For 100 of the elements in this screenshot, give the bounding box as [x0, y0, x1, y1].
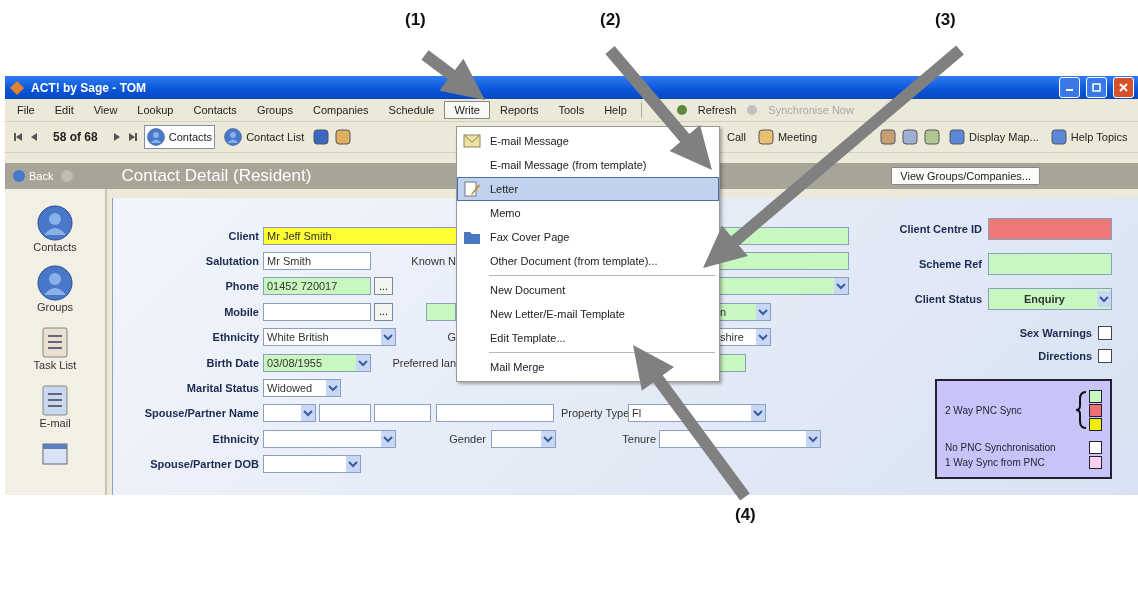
sidebar-label[interactable]: Task List: [33, 359, 77, 371]
menu-item[interactable]: Other Document (from template)...: [457, 249, 665, 273]
text-field[interactable]: [988, 217, 1112, 240]
field-label: Client: [227, 229, 259, 242]
checkbox[interactable]: [1098, 348, 1112, 363]
field-label: Client Status: [914, 292, 982, 305]
text-field[interactable]: [374, 404, 431, 423]
maximize-button[interactable]: [1086, 77, 1107, 98]
person-icon: [37, 205, 73, 241]
menu-item[interactable]: Schedule: [378, 101, 445, 119]
menu-item[interactable]: Lookup: [127, 101, 184, 119]
dropdown-field[interactable]: [491, 429, 556, 448]
field-label: Scheme Ref: [919, 257, 982, 270]
view-groups-button[interactable]: View Groups/Companies...: [891, 167, 1040, 185]
text-field[interactable]: [263, 302, 371, 321]
field-label: Mobile: [223, 305, 259, 318]
legend-label: 1 Way Sync from PNC: [945, 456, 1045, 468]
ellipsis-button[interactable]: ...: [374, 277, 393, 296]
menu-item[interactable]: Memo: [457, 201, 528, 225]
record-counter: 58 of 68: [52, 130, 99, 144]
callout-label: (1): [405, 10, 426, 30]
field-label: Preferred lan: [391, 356, 456, 369]
menu-item[interactable]: File: [7, 101, 45, 119]
menu-item[interactable]: Refresh: [687, 101, 747, 119]
text-field[interactable]: [426, 302, 456, 321]
text-field[interactable]: [988, 252, 1112, 275]
text-field[interactable]: Mr Jeff Smith: [263, 226, 459, 245]
text-field[interactable]: [436, 404, 554, 423]
folder-icon: [463, 229, 481, 245]
next-record-icon[interactable]: [111, 132, 122, 142]
toolbar-icon[interactable]: [924, 129, 941, 145]
toolbar-button[interactable]: Meeting: [754, 126, 821, 148]
sidebar-label[interactable]: Contacts: [33, 241, 77, 253]
menu-item[interactable]: Edit: [44, 101, 84, 119]
last-record-icon[interactable]: [127, 132, 138, 142]
first-record-icon[interactable]: [13, 132, 23, 142]
clipboard-icon[interactable]: [40, 325, 70, 359]
previous-record-icon[interactable]: [29, 132, 39, 142]
dropdown-field[interactable]: Enquiry: [988, 287, 1112, 310]
legend-label: 2 Way PNC Sync: [945, 404, 1022, 416]
menu-item[interactable]: Contacts: [183, 101, 247, 119]
chevron-down-icon: [301, 405, 315, 422]
field-label: Phone: [224, 280, 259, 293]
view-button[interactable]: Contact List: [221, 125, 308, 149]
toolbar-button[interactable]: Call: [724, 128, 749, 146]
toolbar-button[interactable]: Help Topics: [1047, 126, 1131, 148]
legend-label: No PNC Synchronisation: [945, 441, 1056, 453]
dropdown-field[interactable]: [263, 429, 396, 448]
field-label: Directions: [1038, 349, 1092, 362]
person-icon: [146, 128, 165, 146]
field-label: Marital Status: [185, 382, 259, 395]
chevron-down-icon: [756, 329, 770, 346]
minimize-button[interactable]: [1059, 77, 1080, 98]
text-field[interactable]: 01452 720017: [263, 277, 371, 296]
sidebar-label[interactable]: Groups: [36, 301, 74, 313]
dropdown-field[interactable]: Widowed: [263, 379, 341, 398]
menu-item[interactable]: Letter: [457, 177, 719, 201]
close-icon: [1119, 83, 1128, 92]
menu-item[interactable]: Groups: [246, 101, 303, 119]
checkbox[interactable]: [1098, 325, 1112, 340]
field-label: Birth Date: [205, 356, 259, 369]
view-button[interactable]: Contacts: [143, 125, 216, 149]
dropdown-field[interactable]: [263, 455, 361, 474]
menu-item[interactable]: E-mail Message: [457, 129, 576, 153]
text-field[interactable]: Mr Smith: [263, 252, 371, 271]
dropdown-field[interactable]: [659, 429, 821, 448]
chevron-down-icon: [806, 430, 820, 447]
close-button[interactable]: [1113, 77, 1134, 98]
window-icon[interactable]: [40, 441, 70, 467]
menu-item[interactable]: View: [83, 101, 128, 119]
brace-icon: [1075, 391, 1087, 429]
toolbar-button[interactable]: Display Map...: [946, 126, 1042, 148]
chevron-down-icon: [381, 430, 395, 447]
text-field[interactable]: [319, 404, 371, 423]
pen-document-icon: [463, 180, 481, 198]
chevron-down-icon: [756, 303, 770, 320]
chevron-down-icon: [356, 354, 370, 371]
sidebar-label[interactable]: E-mail: [39, 417, 71, 429]
toolbar-icon[interactable]: [335, 129, 352, 145]
menu-item[interactable]: New Document: [457, 278, 573, 302]
menu-item[interactable]: Edit Template...: [457, 326, 573, 350]
menu-item[interactable]: E-mail Message (from template): [457, 153, 654, 177]
app-logo-icon: [9, 79, 25, 96]
dropdown-field[interactable]: [263, 404, 316, 423]
field-label: Spouse/Partner Name: [143, 407, 259, 420]
menu-item[interactable]: Tools: [548, 101, 595, 119]
menu-item[interactable]: Reports: [489, 101, 549, 119]
menu-item[interactable]: Fax Cover Page: [457, 225, 577, 249]
menu-item[interactable]: Companies: [302, 101, 379, 119]
page-title: Contact Detail (Resident): [121, 166, 312, 186]
ellipsis-button[interactable]: ...: [374, 302, 393, 321]
menu-item[interactable]: Mail Merge: [457, 355, 552, 379]
chevron-down-icon: [751, 405, 765, 422]
toolbar-icon[interactable]: [880, 129, 897, 145]
toolbar-icon[interactable]: [902, 129, 919, 145]
menu-item[interactable]: Write: [444, 101, 490, 119]
menu-item[interactable]: New Letter/E-mail Template: [457, 302, 632, 326]
dropdown-field[interactable]: 03/08/1955: [263, 353, 371, 372]
dropdown-field[interactable]: White British: [263, 328, 396, 347]
menu-item[interactable]: Help: [594, 101, 637, 119]
